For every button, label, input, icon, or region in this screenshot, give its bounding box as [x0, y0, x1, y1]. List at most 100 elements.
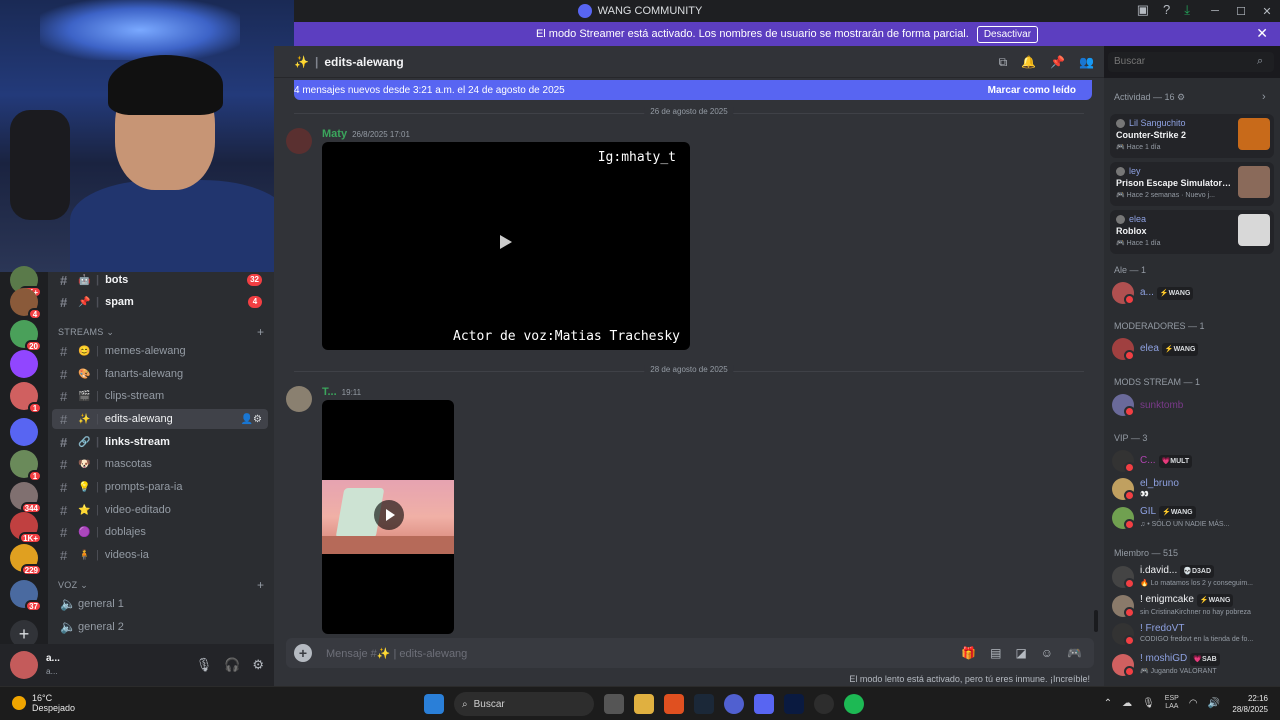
windows-start-icon[interactable] [424, 694, 444, 714]
close-window-icon[interactable]: ✕ [1254, 5, 1280, 18]
video-attachment[interactable] [322, 400, 454, 634]
member-item[interactable]: i.david... 💀D3AD 🔥 Lo matamos los 2 y cons… [1112, 564, 1274, 590]
channel-item[interactable]: # ⭐ | video-editado [52, 500, 268, 520]
play-icon[interactable] [500, 235, 512, 249]
member-item[interactable]: ! moshiGD 💗SAB 🎮 Jugando VALORANT [1112, 652, 1274, 678]
avatar[interactable] [286, 386, 312, 412]
microphone-icon[interactable]: 🎙 [1142, 698, 1155, 709]
volume-icon[interactable]: 🔊 [1208, 698, 1220, 709]
avatar [1112, 394, 1135, 417]
channel-item[interactable]: # 🎨 | fanarts-alewang [52, 364, 268, 384]
chevron-up-icon[interactable]: ⌃ [1104, 698, 1112, 709]
search-input[interactable] [1108, 52, 1274, 72]
category-streams[interactable]: STREAMS ⌄ [58, 327, 114, 338]
channel-item[interactable]: # 🎬 | clips-stream [52, 386, 268, 406]
message-author[interactable]: T... 19:11 [322, 386, 361, 398]
category-voz[interactable]: VOZ ⌄ [58, 580, 88, 591]
server-icon[interactable] [10, 350, 38, 378]
inbox-icon[interactable]: ▣ [1137, 2, 1149, 18]
steam-icon[interactable] [694, 694, 714, 714]
channel-item[interactable]: # ✨ | edits-alewang 👤⚙ [52, 409, 268, 429]
gift-icon[interactable]: 🎁 [961, 646, 976, 660]
help-icon[interactable]: ? [1163, 2, 1170, 18]
avatar[interactable] [286, 128, 312, 154]
emoji-icon[interactable]: ☺ [1041, 646, 1053, 660]
file-explorer-icon[interactable] [634, 694, 654, 714]
voice-channel-item[interactable]: 🔈 general 2 [52, 617, 268, 637]
channel-item[interactable]: # 🟣 | doblajes [52, 522, 268, 542]
brave-browser-icon[interactable] [664, 694, 684, 714]
server-icon[interactable]: 1 [10, 382, 42, 414]
language-indicator[interactable]: ESP LAA [1165, 695, 1179, 711]
message-input[interactable]: + Mensaje #✨ | edits-alewang 🎁 ▤ ◪ ☺ 🎮 [286, 638, 1094, 668]
voice-channel-item[interactable]: 🔈 general 1 [52, 594, 268, 614]
minimize-icon[interactable]: ─ [1202, 5, 1228, 17]
microphone-icon[interactable]: 🎙 [196, 657, 213, 673]
member-item[interactable]: C... 💗MULT [1112, 448, 1274, 474]
cloud-icon[interactable]: ☁ [1122, 698, 1132, 709]
new-messages-bar[interactable]: 4 mensajes nuevos desde 3:21 a.m. el 24 … [294, 80, 1092, 100]
channel-item[interactable]: # 🐶 | mascotas [52, 454, 268, 474]
sticker-icon[interactable]: ◪ [1015, 646, 1026, 660]
message-author[interactable]: Maty 26/8/2025 17:01 [322, 128, 410, 140]
mark-as-read-button[interactable]: Marcar como leído [988, 85, 1076, 96]
headphones-icon[interactable]: 🎧 [224, 657, 240, 673]
channel-settings-icon[interactable]: 👤⚙ [241, 414, 262, 425]
download-icon[interactable]: ⤓ [1184, 2, 1190, 18]
member-item[interactable]: el_bruno 👀 [1112, 476, 1274, 502]
channel-item[interactable]: # 📌 | spam 4 [52, 292, 268, 312]
vpn-icon[interactable] [724, 694, 744, 714]
server-icon[interactable]: 1K+ [10, 512, 42, 544]
server-icon[interactable]: 1 [10, 450, 42, 482]
member-item[interactable]: sunktomb [1112, 392, 1274, 418]
weather-widget[interactable]: 16°C Despejado [12, 693, 75, 713]
member-item[interactable]: ! enigmcake ⚡WANG sin CristinaKirchner no … [1112, 593, 1274, 619]
server-icon[interactable]: 4 [10, 288, 42, 320]
members-icon[interactable]: 👥 [1079, 55, 1094, 70]
disable-streamer-button[interactable]: Desactivar [976, 25, 1039, 43]
member-item[interactable]: GIL ⚡WANG ♫ • SÓLO UN NADIE MÁS... [1112, 505, 1274, 531]
scrollbar[interactable] [1094, 610, 1098, 632]
upload-plus-icon[interactable]: + [294, 644, 312, 662]
settings-gear-icon[interactable]: ⚙ [252, 657, 264, 673]
taskbar-search[interactable]: ⌕ Buscar [454, 692, 594, 716]
obs-icon[interactable] [814, 694, 834, 714]
chevron-right-icon[interactable]: › [1262, 91, 1266, 103]
maximize-icon[interactable]: ☐ [1228, 5, 1254, 18]
spotify-icon[interactable] [844, 694, 864, 714]
threads-icon[interactable]: ⧉ [999, 55, 1008, 70]
photoshop-icon[interactable] [784, 694, 804, 714]
server-icon[interactable]: 20 [10, 320, 42, 352]
server-icon[interactable]: 344 [10, 482, 42, 514]
gif-icon[interactable]: ▤ [990, 646, 1001, 660]
task-view-icon[interactable] [604, 694, 624, 714]
member-item[interactable]: elea ⚡WANG [1112, 336, 1274, 362]
clock[interactable]: 22:16 28/8/2025 [1232, 693, 1268, 715]
bell-icon[interactable]: 🔔 [1021, 55, 1036, 70]
activity-card[interactable]: ley Prison Escape Simulator: D... 🎮 Hace 2… [1110, 162, 1274, 206]
discord-icon[interactable] [754, 694, 774, 714]
channel-item[interactable]: # 😊 | memes-alewang [52, 341, 268, 361]
server-icon[interactable]: 37 [10, 580, 42, 612]
avatar[interactable] [10, 651, 38, 679]
wifi-icon[interactable]: ◠ [1189, 698, 1198, 709]
channel-item[interactable]: # 🤖 | bots 32 [52, 272, 268, 290]
search-icon[interactable]: ⌕ [1257, 55, 1263, 68]
add-channel-icon[interactable]: + [257, 325, 264, 339]
play-icon[interactable] [374, 500, 404, 530]
activities-icon[interactable]: 🎮 [1067, 646, 1082, 660]
activity-card[interactable]: Lil Sanguchito Counter-Strike 2 🎮 Hace 1 d… [1110, 114, 1274, 158]
video-attachment[interactable]: Ig:mhaty_t Actor de voz:Matias Trachesky [322, 142, 690, 350]
channel-item[interactable]: # 🧍 | videos-ia [52, 545, 268, 565]
close-banner-icon[interactable]: ✕ [1256, 25, 1268, 42]
member-item[interactable]: a... ⚡WANG [1112, 280, 1274, 306]
server-icon[interactable]: 229 [10, 544, 42, 576]
user-name[interactable]: a... a... [46, 653, 60, 677]
member-item[interactable]: ! FredoVT CODIGO fredovt en la tienda de … [1112, 621, 1274, 647]
server-icon[interactable] [10, 418, 38, 446]
activity-card[interactable]: elea Roblox 🎮 Hace 1 día [1110, 210, 1274, 254]
channel-item[interactable]: # 💡 | prompts-para-ia [52, 477, 268, 497]
channel-item[interactable]: # 🔗 | links-stream [52, 432, 268, 452]
add-voice-channel-icon[interactable]: + [257, 578, 264, 592]
pin-icon[interactable]: 📌 [1050, 55, 1065, 70]
